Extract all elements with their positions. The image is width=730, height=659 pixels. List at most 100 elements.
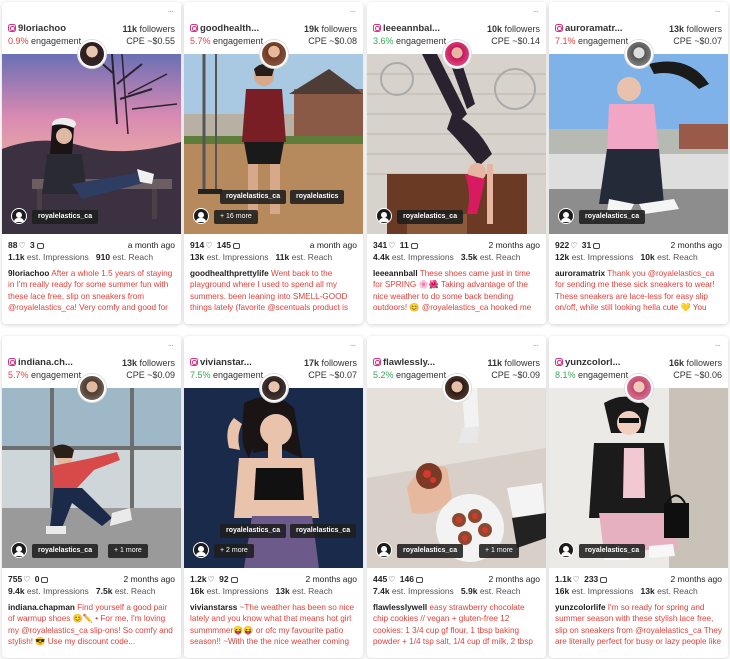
heart-icon: ♡: [23, 575, 31, 584]
tagged-account[interactable]: royalelastics_ca: [579, 210, 646, 224]
tagged-account[interactable]: royalelastics_ca: [397, 544, 464, 558]
engagement-rate: 0.9% engagement: [8, 36, 82, 46]
user-tag-icon: [193, 208, 209, 224]
instagram-handle[interactable]: auroramatr...: [555, 23, 645, 34]
influencer-card[interactable]: ... flawlessly... 5.2% engagement 11k fo…: [367, 336, 546, 658]
comment-icon: [593, 243, 601, 249]
tagged-account[interactable]: royalelastics_ca: [220, 524, 287, 538]
influencer-card[interactable]: ... auroramatr... 7.1% engagement 13k fo…: [549, 2, 728, 324]
more-tags-button[interactable]: + 2 more: [214, 544, 254, 558]
influencer-card[interactable]: ... yunzcolorl... 8.1% engagement 16k fo…: [549, 336, 728, 658]
instagram-icon: [8, 24, 16, 32]
cpe-value: CPE ~$0.09: [126, 370, 175, 380]
instagram-handle[interactable]: indiana.ch...: [8, 357, 98, 368]
tagged-account[interactable]: royalelastics_ca: [220, 190, 287, 204]
influencer-card[interactable]: ... leeeannbal... 3.6% engagement 10k fo…: [367, 2, 546, 324]
post-date: 2 months ago: [488, 240, 540, 250]
comment-icon: [232, 243, 240, 249]
instagram-icon: [373, 24, 381, 32]
post-caption: yunzcolorlife I'm so ready for spring an…: [555, 603, 722, 649]
more-options-icon[interactable]: ...: [168, 5, 174, 15]
influencer-card[interactable]: ... vivianstar... 7.5% engagement 17k fo…: [184, 336, 363, 658]
avatar[interactable]: [625, 374, 653, 402]
post-stats: 755♡ 02 months ago 9.4k est. Impressions…: [8, 574, 175, 596]
influencer-post-grid: ... 9loriachoo 0.9% engagement 11k follo…: [0, 0, 730, 659]
user-tag-icon: [376, 208, 392, 224]
post-image[interactable]: royalelastics_ca + 1 more: [367, 388, 546, 568]
instagram-handle[interactable]: goodhealth...: [190, 23, 280, 34]
post-stats: 341♡ 11 2 months ago 4.4k est. Impression…: [373, 240, 540, 262]
heart-icon: ♡: [570, 241, 578, 250]
tagged-account[interactable]: royalelastics_ca: [579, 544, 646, 558]
post-stats: 88♡ 3a month ago 1.1k est. Impressions 9…: [8, 240, 175, 262]
instagram-icon: [555, 24, 563, 32]
tag-bar: royalelastics_ca: [8, 206, 175, 224]
more-options-icon[interactable]: ...: [533, 339, 539, 349]
post-caption: leeeannball These shoes came just in tim…: [373, 269, 532, 315]
heart-icon: ♡: [207, 575, 215, 584]
tag-bar: royalelastics_ca royalelastics_ca + 2 mo…: [190, 524, 357, 558]
influencer-card[interactable]: ... indiana.ch... 5.7% engagement 13k fo…: [2, 336, 181, 658]
post-image[interactable]: royalelastics_ca royalelastics + 16 more: [184, 54, 363, 234]
tag-bar: royalelastics_ca royalelastics + 16 more: [190, 190, 357, 224]
followers-count: 16k followers: [668, 358, 722, 368]
post-image[interactable]: royalelastics_ca royalelastics_ca + 2 mo…: [184, 388, 363, 568]
heart-icon: ♡: [572, 575, 580, 584]
engagement-rate: 8.1% engagement: [555, 370, 629, 380]
post-image[interactable]: royalelastics_ca: [549, 54, 728, 234]
avatar[interactable]: [78, 374, 106, 402]
engagement-rate: 7.5% engagement: [190, 370, 264, 380]
engagement-rate: 5.7% engagement: [8, 370, 82, 380]
followers-count: 19k followers: [303, 24, 357, 34]
followers-count: 11k followers: [487, 358, 540, 368]
more-options-icon[interactable]: ...: [350, 5, 356, 15]
comment-icon: [600, 577, 608, 583]
influencer-card[interactable]: ... 9loriachoo 0.9% engagement 11k follo…: [2, 2, 181, 324]
followers-count: 17k followers: [303, 358, 357, 368]
post-caption: auroramatrix Thank you @royalelastics_ca…: [555, 269, 715, 315]
cpe-value: CPE ~$0.55: [126, 36, 175, 46]
avatar[interactable]: [78, 40, 106, 68]
tagged-account[interactable]: royalelastics_ca: [32, 544, 99, 558]
user-tag-icon: [11, 542, 27, 558]
post-image[interactable]: royalelastics_ca: [549, 388, 728, 568]
tagged-account[interactable]: royalelastics_ca: [32, 210, 99, 224]
more-options-icon[interactable]: ...: [533, 5, 539, 15]
tagged-account[interactable]: royalelastics_ca: [290, 524, 357, 538]
post-image[interactable]: royalelastics_ca + 1 more: [2, 388, 181, 568]
tag-bar: royalelastics_ca: [373, 206, 540, 224]
tag-bar: royalelastics_ca: [555, 540, 722, 558]
post-caption: flawlesslywell easy strawberry chocolate…: [373, 603, 533, 649]
heart-icon: ♡: [205, 241, 213, 250]
tagged-account[interactable]: royalelastics_ca: [397, 210, 464, 224]
more-tags-button[interactable]: + 16 more: [214, 210, 258, 224]
comment-icon: [41, 577, 49, 583]
post-image[interactable]: royalelastics_ca: [2, 54, 181, 234]
more-options-icon[interactable]: ...: [715, 5, 721, 15]
tag-bar: royalelastics_ca + 1 more: [373, 540, 540, 558]
instagram-icon: [555, 358, 563, 366]
more-options-icon[interactable]: ...: [350, 339, 356, 349]
more-options-icon[interactable]: ...: [168, 339, 174, 349]
user-tag-icon: [11, 208, 27, 224]
avatar[interactable]: [260, 374, 288, 402]
influencer-card[interactable]: ... goodhealth... 5.7% engagement 19k fo…: [184, 2, 363, 324]
instagram-handle[interactable]: flawlessly...: [373, 357, 463, 368]
more-tags-button[interactable]: + 1 more: [108, 544, 148, 558]
more-tags-button[interactable]: + 1 more: [479, 544, 519, 558]
avatar[interactable]: [625, 40, 653, 68]
avatar[interactable]: [443, 374, 471, 402]
instagram-handle[interactable]: leeeannbal...: [373, 23, 463, 34]
instagram-handle[interactable]: vivianstar...: [190, 357, 280, 368]
avatar[interactable]: [443, 40, 471, 68]
post-date: a month ago: [309, 240, 357, 250]
instagram-icon: [8, 358, 16, 366]
more-options-icon[interactable]: ...: [715, 339, 721, 349]
instagram-handle[interactable]: yunzcolorl...: [555, 357, 645, 368]
tagged-account[interactable]: royalelastics: [290, 190, 345, 204]
instagram-handle[interactable]: 9loriachoo: [8, 23, 98, 34]
avatar[interactable]: [260, 40, 288, 68]
post-stats: 1.1k♡ 233 2 months ago 16k est. Impressio…: [555, 574, 722, 596]
post-image[interactable]: royalelastics_ca: [367, 54, 546, 234]
engagement-rate: 5.2% engagement: [373, 370, 447, 380]
